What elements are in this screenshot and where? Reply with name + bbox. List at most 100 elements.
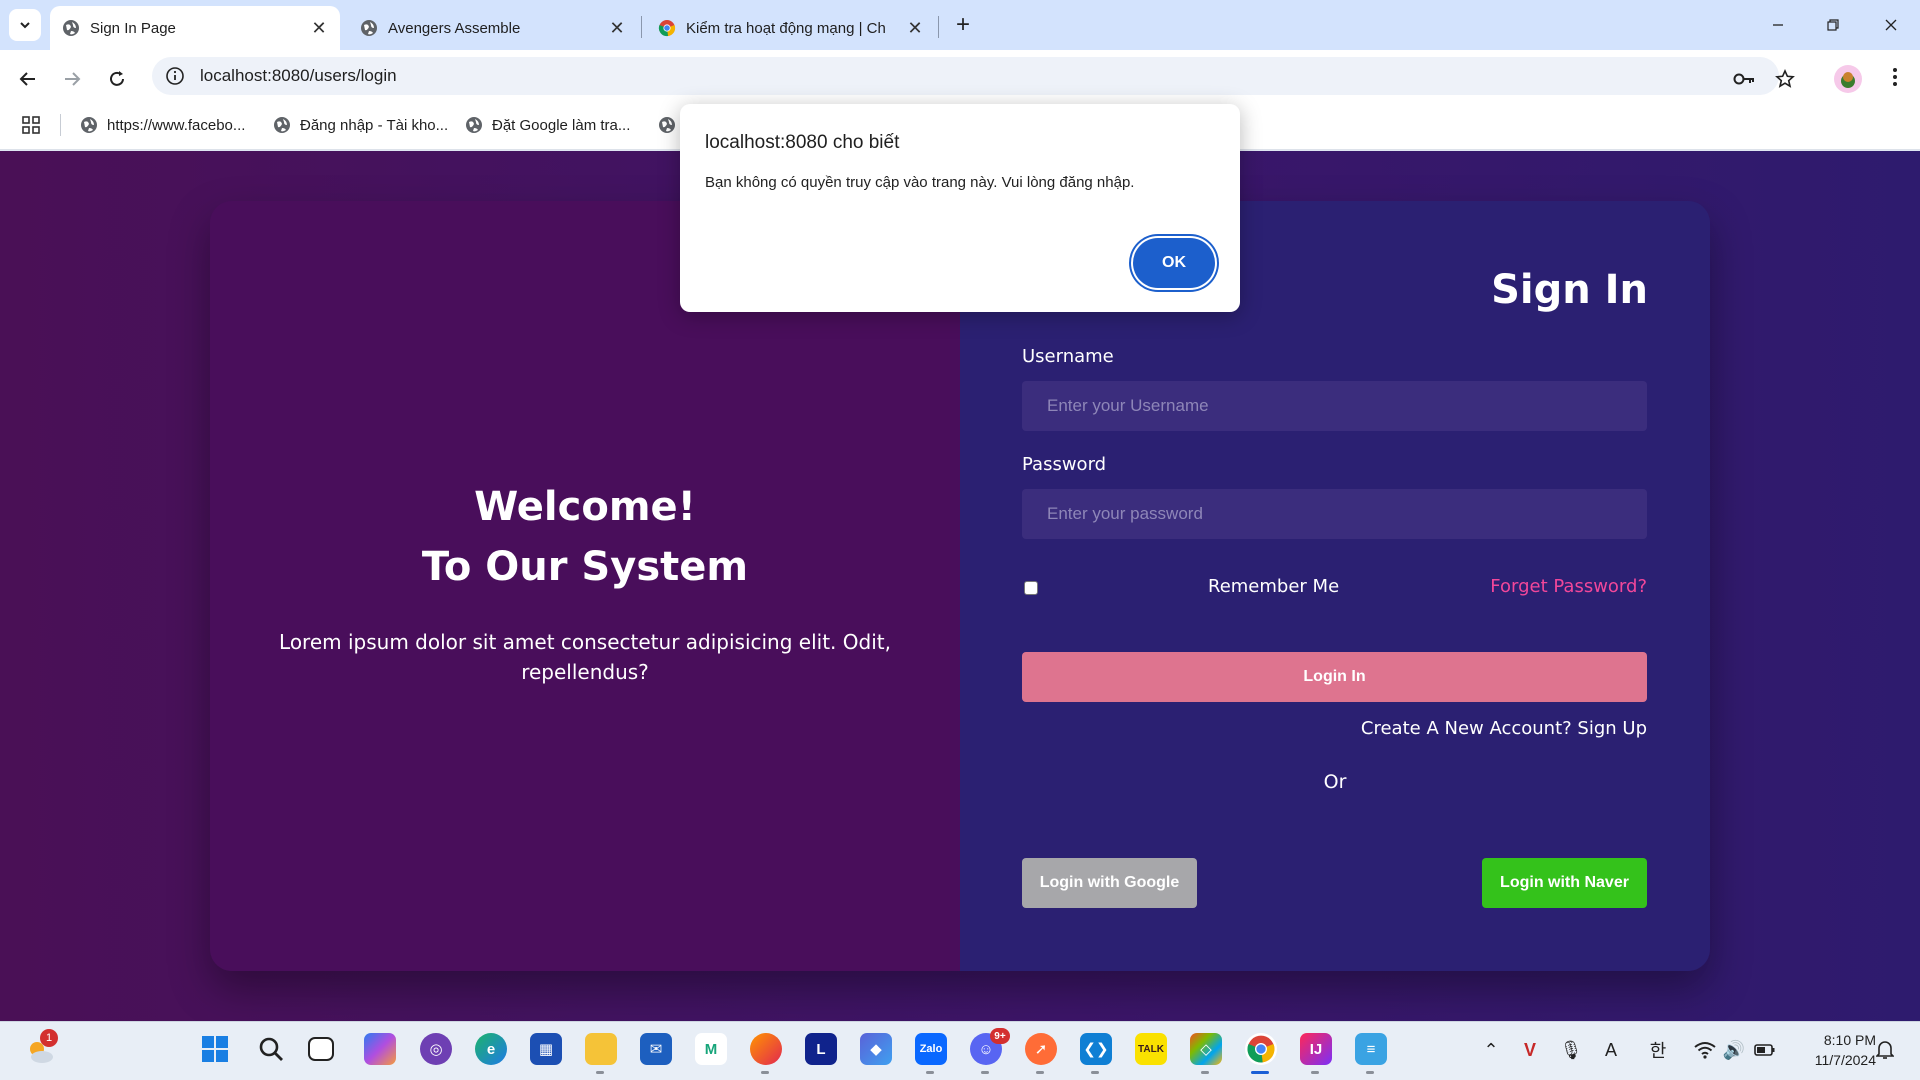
microphone-icon[interactable]: 🎙 [1558,1037,1584,1063]
tab-network-check[interactable]: Kiểm tra hoạt động mạng | Ch ✕ [646,6,936,50]
dialog-ok-button[interactable]: OK [1133,238,1215,288]
minimize-button[interactable] [1753,8,1803,42]
password-key-button[interactable] [1730,64,1760,94]
new-tab-button[interactable]: + [948,10,978,40]
login-with-naver-button[interactable]: Login with Naver [1482,858,1647,908]
edge-icon[interactable]: e [475,1033,507,1065]
windows-taskbar [0,1021,1920,1080]
more-vertical-icon [1893,68,1897,86]
tab-sign-in-page[interactable]: Sign In Page ✕ [50,6,340,50]
close-icon[interactable]: ✕ [902,15,928,41]
windows-logo-icon [202,1036,228,1062]
store-icon[interactable]: ▦ [530,1033,562,1065]
welcome-heading: Welcome! To Our System [210,477,960,597]
welcome-line-1: Welcome! [474,484,696,530]
chevron-up-icon[interactable]: ⌃ [1478,1037,1504,1063]
or-divider-text: Or [1323,771,1347,793]
restore-button[interactable] [1808,8,1858,42]
tab-divider [641,16,642,38]
file-explorer-icon[interactable] [585,1033,617,1065]
vscode-icon[interactable]: ❮❯ [1080,1033,1112,1065]
login-card: Welcome! To Our System Lorem ipsum dolor… [210,201,1710,971]
magnifier-icon [259,1037,283,1061]
notepad-icon[interactable]: ≡ [1355,1033,1387,1065]
welcome-text: Lorem ipsum dolor sit amet consectetur a… [279,630,891,684]
wifi-icon[interactable] [1692,1037,1718,1063]
m-app-icon[interactable]: M [695,1033,727,1065]
avatar-icon [1841,72,1855,88]
alert-dialog: localhost:8080 cho biết Bạn không có quy… [680,104,1240,312]
username-label: Username [1022,346,1114,367]
globe-icon [274,117,290,133]
wifi-glyph-icon [1694,1042,1716,1059]
notifications-bell-icon[interactable] [1872,1037,1898,1063]
search-icon[interactable] [255,1033,287,1065]
firefox-icon[interactable] [750,1033,782,1065]
tab-avengers-assemble[interactable]: Avengers Assemble ✕ [348,6,638,50]
running-indicator [1311,1071,1319,1074]
bookmark-star-button[interactable] [1770,64,1800,94]
git-icon[interactable]: ◇ [1190,1033,1222,1065]
bookmark-facebook[interactable]: https://www.facebo... [80,113,245,137]
url-text[interactable]: localhost:8080/users/login [200,66,397,86]
close-icon[interactable]: ✕ [306,15,332,41]
browser-menu-button[interactable] [1880,62,1910,92]
reload-icon [110,71,124,86]
forget-password-link[interactable]: Forget Password? [1490,576,1647,597]
kakaotalk-icon[interactable]: TALK [1135,1033,1167,1065]
task-view-icon[interactable] [308,1037,334,1061]
unikey-icon[interactable]: V [1517,1037,1543,1063]
font-a-icon[interactable]: A [1598,1037,1624,1063]
mail-icon[interactable]: ✉ [640,1033,672,1065]
back-button[interactable] [12,63,44,95]
running-indicator [1036,1071,1044,1074]
arrow-right-icon [65,72,81,86]
running-indicator [1201,1071,1209,1074]
minimize-icon [1773,24,1783,26]
dialog-message: Bạn không có quyền truy cập vào trang nà… [705,174,1135,191]
globe-icon [659,117,675,133]
profile-avatar[interactable] [1834,65,1862,93]
close-window-button[interactable] [1866,8,1916,42]
korean-ime-icon[interactable]: 한 [1645,1037,1671,1063]
key-icon [1733,73,1754,85]
bookmark-google-default[interactable]: Đặt Google làm tra... [465,113,630,137]
tab-divider [938,16,939,38]
site-info-icon[interactable] [164,65,186,87]
chrome-icon [658,20,676,37]
close-icon[interactable]: ✕ [604,15,630,41]
sign-in-panel: Sign In Username Password Remember Me Fo… [960,201,1710,971]
welcome-panel: Welcome! To Our System Lorem ipsum dolor… [210,201,960,971]
clock-date: 11/7/2024 [1814,1052,1876,1068]
copilot-icon[interactable] [364,1033,396,1065]
battery-glyph-icon [1754,1044,1775,1056]
system-clock[interactable]: 8:10 PM 11/7/2024 [1786,1030,1876,1070]
restore-icon [1827,19,1839,31]
chrome-icon[interactable] [1245,1033,1277,1065]
bookmark-login[interactable]: Đăng nhập - Tài kho... [273,113,448,137]
l-app-icon[interactable]: L [805,1033,837,1065]
intellij-icon[interactable]: IJ [1300,1033,1332,1065]
globe-icon [466,117,482,133]
battery-icon[interactable] [1752,1037,1778,1063]
address-bar[interactable]: localhost:8080/users/login [152,57,1779,95]
apps-grid-icon[interactable] [22,116,40,134]
username-input[interactable] [1022,381,1647,431]
github-icon[interactable]: ◎ [420,1033,452,1065]
remember-me-checkbox[interactable] [1024,581,1038,595]
postman-icon[interactable]: ➚ [1025,1033,1057,1065]
running-indicator [1366,1071,1374,1074]
teams-icon[interactable]: ◆ [860,1033,892,1065]
forward-button[interactable] [56,63,88,95]
bookmark-label: Đặt Google làm tra... [492,116,631,134]
windows-start-icon[interactable] [199,1033,231,1065]
create-account-link[interactable]: Create A New Account? Sign Up [1361,718,1647,739]
dialog-title: localhost:8080 cho biết [705,132,900,153]
tab-search-button[interactable] [9,9,41,41]
reload-button[interactable] [101,63,133,95]
password-input[interactable] [1022,489,1647,539]
login-with-google-button[interactable]: Login with Google [1022,858,1197,908]
zalo-icon[interactable]: Zalo [915,1033,947,1065]
volume-icon[interactable]: 🔊 [1721,1037,1747,1063]
login-button[interactable]: Login In [1022,652,1647,702]
